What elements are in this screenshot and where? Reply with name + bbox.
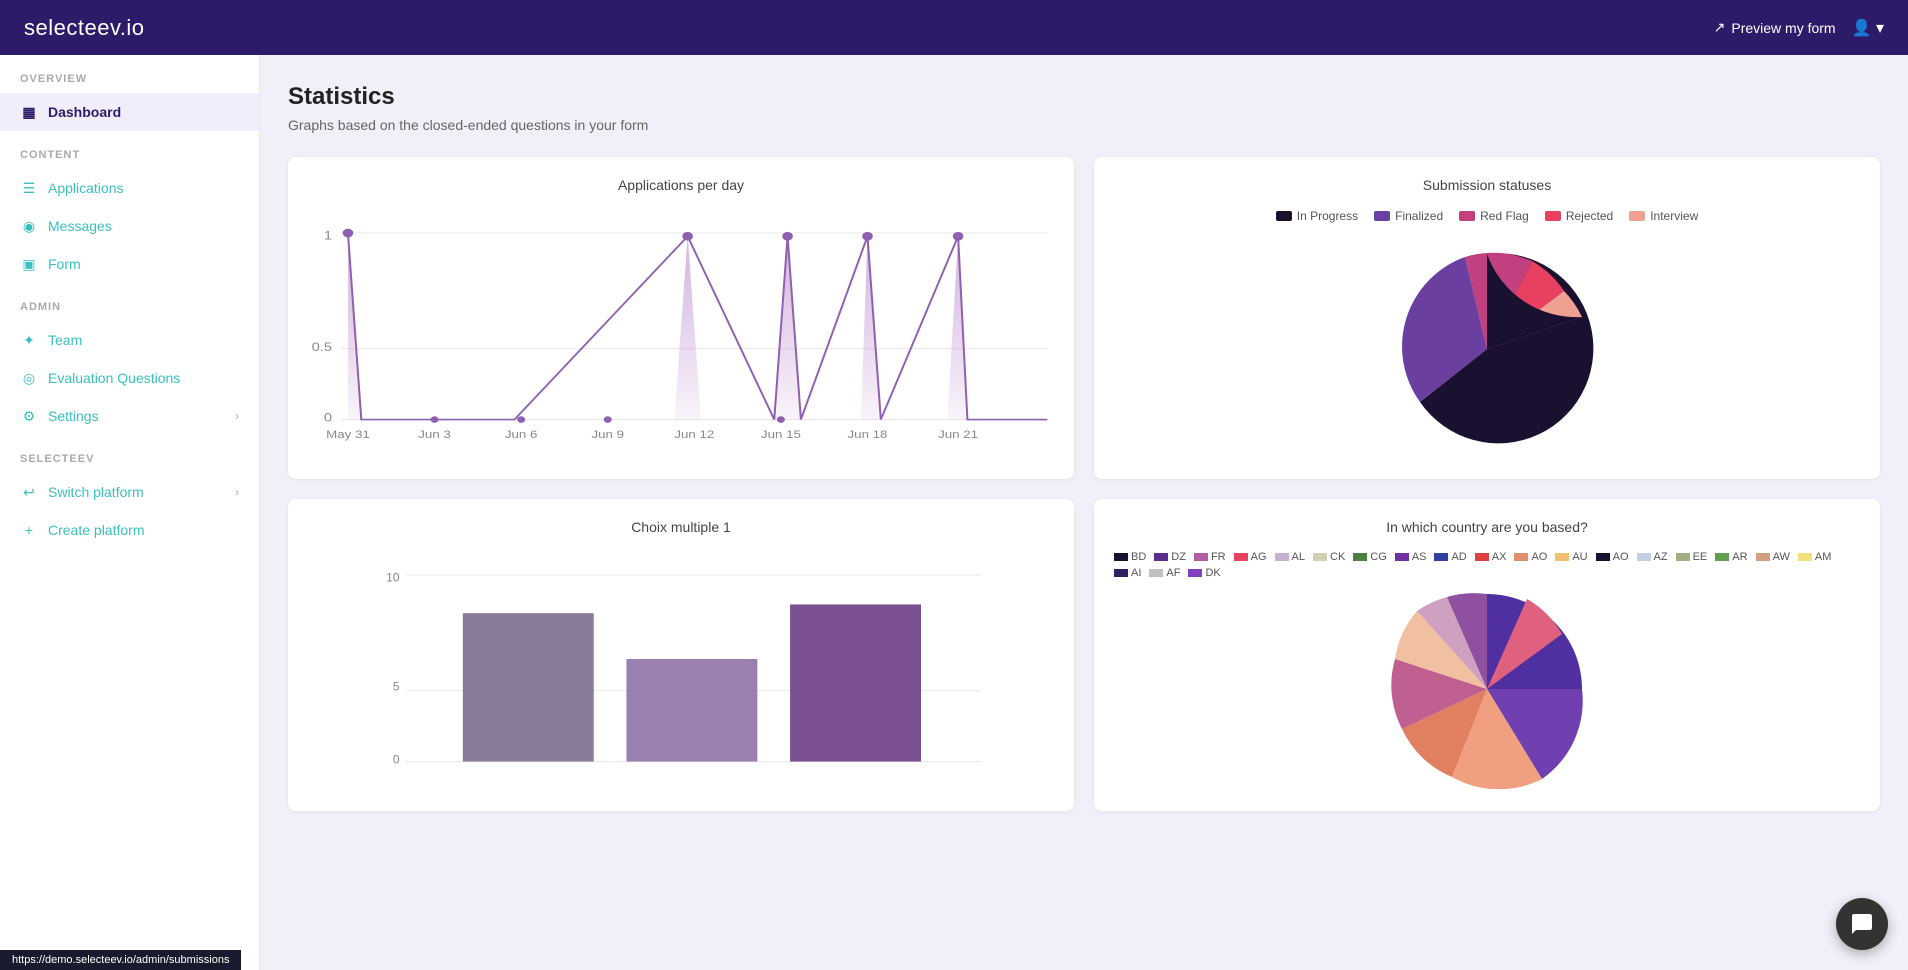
svg-text:Jun 9: Jun 9 <box>591 428 624 441</box>
legend-finalized: Finalized <box>1374 209 1443 223</box>
page-title: Statistics <box>288 83 1880 111</box>
chart-country: In which country are you based? BD DZ FR… <box>1094 499 1880 811</box>
sidebar-item-settings[interactable]: ⚙ Settings › <box>0 397 259 435</box>
bar-chart: 0 5 10 <box>308 551 1054 791</box>
legend-red-flag: Red Flag <box>1459 209 1529 223</box>
svg-text:0: 0 <box>393 753 400 767</box>
sidebar-item-messages[interactable]: ◉ Messages <box>0 207 259 245</box>
page-subtitle: Graphs based on the closed-ended questio… <box>288 117 1880 133</box>
svg-text:5: 5 <box>393 680 400 694</box>
pie-legend: In Progress Finalized Red Flag Reje <box>1276 209 1699 223</box>
team-icon: ✦ <box>20 331 38 349</box>
svg-text:1: 1 <box>324 229 332 242</box>
svg-text:Jun 6: Jun 6 <box>505 428 538 441</box>
create-platform-label: Create platform <box>48 522 144 538</box>
topnav-right: ↗ Preview my form 👤 ▾ <box>1714 18 1884 38</box>
dashboard-label: Dashboard <box>48 104 121 120</box>
form-icon: ▣ <box>20 255 38 273</box>
country-pie-wrapper <box>1114 589 1860 789</box>
sidebar-item-evaluation[interactable]: ◎ Evaluation Questions <box>0 359 259 397</box>
bar-3 <box>790 604 921 761</box>
create-icon: + <box>20 521 38 539</box>
svg-text:Jun 3: Jun 3 <box>418 428 451 441</box>
dashboard-icon: ▦ <box>20 103 38 121</box>
bar-2 <box>626 659 757 762</box>
chart-submission-statuses: Submission statuses In Progress Finalize… <box>1094 157 1880 479</box>
logo: selecteev.io <box>24 15 145 41</box>
team-label: Team <box>48 332 82 348</box>
settings-label: Settings <box>48 408 99 424</box>
svg-text:May 31: May 31 <box>326 428 370 441</box>
sidebar-item-switch-platform[interactable]: ↩ Switch platform › <box>0 473 259 511</box>
legend-bd <box>1114 553 1128 561</box>
settings-icon: ⚙ <box>20 407 38 425</box>
bar-chart-svg: 0 5 10 <box>308 551 1054 791</box>
chart2-title: Submission statuses <box>1114 177 1860 193</box>
selecteev-section-label: SELECTEEV <box>0 435 259 473</box>
chart4-title: In which country are you based? <box>1114 519 1860 535</box>
applications-icon: ☰ <box>20 179 38 197</box>
evaluation-icon: ◎ <box>20 369 38 387</box>
line-chart: 0 0.5 1 <box>308 209 1054 449</box>
legend-dot-rejected <box>1545 211 1561 221</box>
country-legend: BD DZ FR AG AL CK CG AS AD AX AO AU AO A… <box>1114 551 1860 579</box>
overview-section-label: OVERVIEW <box>0 55 259 93</box>
sidebar-item-applications[interactable]: ☰ Applications <box>0 169 259 207</box>
admin-section-label: ADMIN <box>0 283 259 321</box>
svg-text:0: 0 <box>324 411 332 424</box>
pie-chart-container: In Progress Finalized Red Flag Reje <box>1114 209 1860 459</box>
topnav: selecteev.io ↗ Preview my form 👤 ▾ <box>0 0 1908 55</box>
chart-choix-multiple: Choix multiple 1 0 5 10 <box>288 499 1074 811</box>
legend-interview: Interview <box>1629 209 1698 223</box>
legend-in-progress: In Progress <box>1276 209 1358 223</box>
svg-text:Jun 12: Jun 12 <box>674 428 714 441</box>
external-link-icon: ↗ <box>1714 19 1726 36</box>
country-pie-svg <box>1387 589 1587 789</box>
charts-grid: Applications per day 0 0.5 1 <box>288 157 1880 811</box>
pie-svg <box>1377 239 1597 459</box>
chart1-title: Applications per day <box>308 177 1054 193</box>
messages-icon: ◉ <box>20 217 38 235</box>
switch-icon: ↩ <box>20 483 38 501</box>
form-label: Form <box>48 256 81 272</box>
svg-text:0.5: 0.5 <box>312 340 332 353</box>
sidebar-item-create-platform[interactable]: + Create platform <box>0 511 259 549</box>
sidebar: OVERVIEW ▦ Dashboard CONTENT ☰ Applicati… <box>0 55 260 970</box>
legend-dot-finalized <box>1374 211 1390 221</box>
svg-text:Jun 18: Jun 18 <box>848 428 888 441</box>
sidebar-item-dashboard[interactable]: ▦ Dashboard <box>0 93 259 131</box>
chat-button[interactable] <box>1836 898 1888 950</box>
svg-text:Jun 15: Jun 15 <box>761 428 801 441</box>
bar-1 <box>463 613 594 761</box>
legend-dot-interview <box>1629 211 1645 221</box>
status-bar: https://demo.selecteev.io/admin/submissi… <box>0 950 241 970</box>
evaluation-label: Evaluation Questions <box>48 370 180 386</box>
content-section-label: CONTENT <box>0 131 259 169</box>
applications-label: Applications <box>48 180 124 196</box>
svg-text:Jun 21: Jun 21 <box>938 428 978 441</box>
legend-rejected: Rejected <box>1545 209 1613 223</box>
sidebar-item-form[interactable]: ▣ Form <box>0 245 259 283</box>
switch-chevron: › <box>235 485 239 499</box>
settings-chevron: › <box>235 409 239 423</box>
legend-dot-in-progress <box>1276 211 1292 221</box>
svg-text:10: 10 <box>386 571 400 585</box>
switch-platform-label: Switch platform <box>48 484 144 500</box>
legend-dot-red-flag <box>1459 211 1475 221</box>
sidebar-item-team[interactable]: ✦ Team <box>0 321 259 359</box>
status-url: https://demo.selecteev.io/admin/submissi… <box>12 954 229 966</box>
chart3-title: Choix multiple 1 <box>308 519 1054 535</box>
chat-icon <box>1850 912 1874 936</box>
preview-link[interactable]: ↗ Preview my form <box>1714 19 1836 36</box>
chart-applications-per-day: Applications per day 0 0.5 1 <box>288 157 1074 479</box>
messages-label: Messages <box>48 218 112 234</box>
user-menu[interactable]: 👤 ▾ <box>1852 18 1884 38</box>
main-content: Statistics Graphs based on the closed-en… <box>260 55 1908 970</box>
